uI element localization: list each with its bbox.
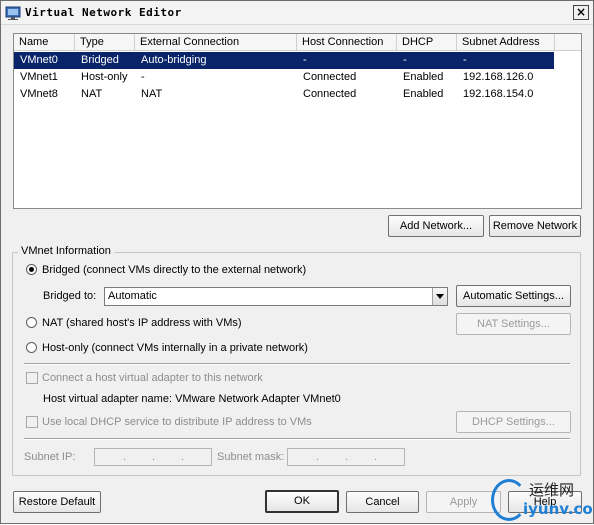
ip-separator: . xyxy=(181,451,185,463)
column-header-external-connection[interactable]: External Connection xyxy=(135,34,297,51)
table-row[interactable]: VMnet0 Bridged Auto-bridging - - - xyxy=(14,52,554,69)
title-bar[interactable]: Virtual Network Editor × xyxy=(1,1,593,25)
radio-selected-dot xyxy=(29,267,34,272)
cell-type: Bridged xyxy=(81,54,119,66)
apply-button[interactable]: Apply xyxy=(426,491,501,513)
cell-host-connection: - xyxy=(303,54,307,66)
table-row[interactable]: VMnet8 NAT NAT Connected Enabled 192.168… xyxy=(14,86,554,103)
cell-subnet-address: 192.168.126.0 xyxy=(463,71,534,83)
separator xyxy=(24,438,570,440)
column-header-type[interactable]: Type xyxy=(75,34,135,51)
cell-dhcp: - xyxy=(403,54,407,66)
nat-radio[interactable] xyxy=(26,317,37,328)
cell-dhcp: Enabled xyxy=(403,88,444,100)
watermark-top-text: 运维网 xyxy=(529,481,575,499)
table-row[interactable]: VMnet1 Host-only - Connected Enabled 192… xyxy=(14,69,554,86)
table-header: Name Type External Connection Host Conne… xyxy=(14,34,581,51)
cell-external-connection: NAT xyxy=(141,88,163,100)
remove-network-button[interactable]: Remove Network xyxy=(489,215,581,237)
cell-dhcp: Enabled xyxy=(403,71,444,83)
close-icon[interactable]: × xyxy=(573,5,589,20)
cell-name: VMnet0 xyxy=(20,54,58,66)
connect-adapter-checkbox[interactable] xyxy=(26,372,38,384)
ip-separator: . xyxy=(345,451,349,463)
ip-separator: . xyxy=(152,451,156,463)
automatic-settings-button[interactable]: Automatic Settings... xyxy=(456,285,571,307)
bridged-to-value: Automatic xyxy=(108,290,157,302)
chevron-down-icon[interactable] xyxy=(432,288,447,305)
network-table[interactable]: Name Type External Connection Host Conne… xyxy=(13,33,582,209)
cell-type: Host-only xyxy=(81,71,128,83)
bridged-radio[interactable] xyxy=(26,264,37,275)
cancel-button[interactable]: Cancel xyxy=(346,491,419,513)
site-watermark: 运维网 iyunv.com xyxy=(491,475,594,525)
cell-name: VMnet8 xyxy=(20,88,58,100)
subnet-ip-input[interactable]: . . . xyxy=(94,448,212,466)
bridged-to-label: Bridged to: xyxy=(43,290,97,302)
add-network-button[interactable]: Add Network... xyxy=(388,215,484,237)
column-header-dhcp[interactable]: DHCP xyxy=(397,34,457,51)
cell-host-connection: Connected xyxy=(303,88,357,100)
subnet-mask-input[interactable]: . . . xyxy=(287,448,405,466)
host-only-radio[interactable] xyxy=(26,342,37,353)
bridged-to-select[interactable]: Automatic xyxy=(104,287,448,306)
nat-settings-button[interactable]: NAT Settings... xyxy=(456,313,571,335)
subnet-mask-label: Subnet mask: xyxy=(217,451,285,463)
subnet-ip-label: Subnet IP: xyxy=(24,451,76,463)
virtual-network-editor-window: Virtual Network Editor × Name Type Exter… xyxy=(0,0,594,524)
column-header-subnet-address[interactable]: Subnet Address xyxy=(457,34,555,51)
host-only-radio-label[interactable]: Host-only (connect VMs internally in a p… xyxy=(42,342,308,354)
group-title: VMnet Information xyxy=(18,245,114,257)
cell-host-connection: Connected xyxy=(303,71,357,83)
host-adapter-name: Host virtual adapter name: VMware Networ… xyxy=(43,393,341,405)
column-header-host-connection[interactable]: Host Connection xyxy=(297,34,397,51)
window-title: Virtual Network Editor xyxy=(25,6,182,19)
ip-separator: . xyxy=(316,451,320,463)
restore-default-button[interactable]: Restore Default xyxy=(13,491,101,513)
ok-button[interactable]: OK xyxy=(265,490,339,513)
ip-separator: . xyxy=(123,451,127,463)
connect-adapter-label[interactable]: Connect a host virtual adapter to this n… xyxy=(42,372,263,384)
bridged-radio-label[interactable]: Bridged (connect VMs directly to the ext… xyxy=(42,264,306,276)
use-dhcp-label[interactable]: Use local DHCP service to distribute IP … xyxy=(42,416,312,428)
cell-external-connection: Auto-bridging xyxy=(141,54,207,66)
cell-name: VMnet1 xyxy=(20,71,58,83)
separator xyxy=(24,363,570,365)
column-header-filler xyxy=(555,34,581,51)
nat-radio-label[interactable]: NAT (shared host's IP address with VMs) xyxy=(42,317,242,329)
cell-subnet-address: 192.168.154.0 xyxy=(463,88,534,100)
ip-separator: . xyxy=(374,451,378,463)
dhcp-settings-button[interactable]: DHCP Settings... xyxy=(456,411,571,433)
cell-subnet-address: - xyxy=(463,54,467,66)
column-header-name[interactable]: Name xyxy=(14,34,75,51)
use-dhcp-checkbox[interactable] xyxy=(26,416,38,428)
watermark-bottom-text: iyunv.com xyxy=(523,500,594,518)
watermark-logo-icon xyxy=(491,479,527,521)
cell-external-connection: - xyxy=(141,71,145,83)
cell-type: NAT xyxy=(81,88,103,100)
network-editor-icon xyxy=(5,6,21,20)
